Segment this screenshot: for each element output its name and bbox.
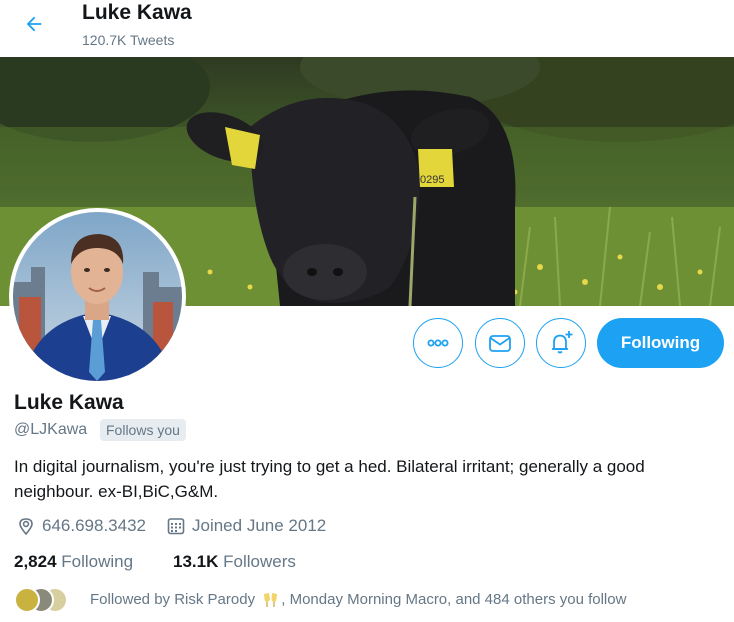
profile-name: Luke Kawa <box>14 391 124 414</box>
followed-by-suffix: , Monday Morning Macro, and 484 others y… <box>281 590 627 608</box>
joined-text: Joined June 2012 <box>192 516 327 535</box>
calendar-icon <box>167 518 185 535</box>
header-name: Luke Kawa <box>82 1 192 24</box>
location-pin-icon <box>19 518 33 536</box>
profile-handle: @LJKawa <box>14 421 88 438</box>
profile-bio: In digital journalism, you're just tryin… <box>14 457 645 501</box>
follows-you-badge: Follows you <box>100 419 186 441</box>
envelope-icon <box>489 335 511 352</box>
svg-text:0295: 0295 <box>420 174 444 186</box>
followers-stat[interactable]: 13.1K Followers <box>173 552 296 572</box>
profile-page: Luke Kawa 120.7K Tweets 0295 Following L… <box>0 0 734 622</box>
follower-avatar <box>14 587 40 613</box>
joined-item: Joined June 2012 <box>166 515 326 537</box>
following-label: Following <box>61 552 134 571</box>
followed-by-text: Followed by Risk Parody , Monday Morning… <box>90 591 626 609</box>
following-count: 2,824 <box>14 552 57 571</box>
followed-by-prefix: Followed by Risk Parody <box>90 590 256 608</box>
location-item: 646.698.3432 <box>16 515 146 537</box>
followers-label: Followers <box>223 552 296 571</box>
clinking-glasses-icon <box>264 593 278 608</box>
back-button[interactable] <box>18 8 50 40</box>
bell-plus-icon <box>552 331 573 354</box>
message-button[interactable] <box>475 318 525 368</box>
more-icon <box>427 339 449 347</box>
followed-by-row[interactable]: Followed by Risk Parody , Monday Morning… <box>14 586 626 614</box>
followers-count: 13.1K <box>173 552 219 571</box>
following-stat[interactable]: 2,824 Following <box>14 552 133 572</box>
top-header: Luke Kawa 120.7K Tweets <box>0 0 734 57</box>
more-button[interactable] <box>413 318 463 368</box>
header-tweet-count: 120.7K Tweets <box>82 32 175 48</box>
notifications-button[interactable] <box>536 318 586 368</box>
following-button[interactable]: Following <box>597 318 724 368</box>
avatar[interactable] <box>9 208 186 385</box>
arrow-left-icon <box>26 16 42 32</box>
location-text: 646.698.3432 <box>42 516 146 535</box>
